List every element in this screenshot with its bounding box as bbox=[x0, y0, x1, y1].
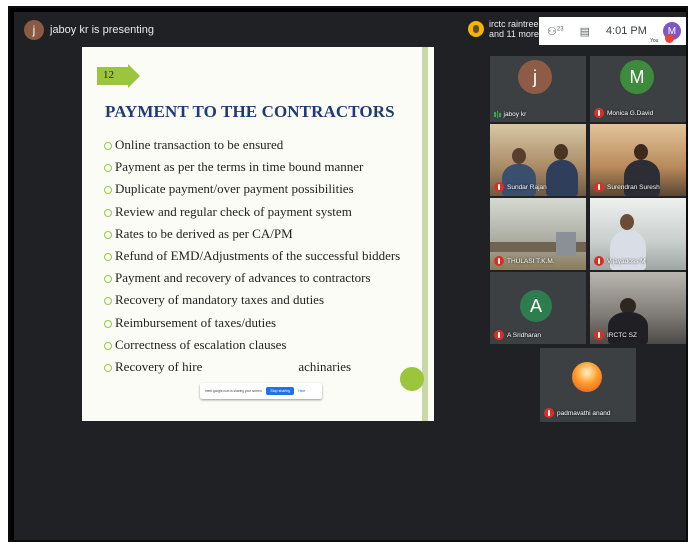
mic-off-icon bbox=[494, 256, 504, 266]
people-icon[interactable]: ⚇23 bbox=[547, 25, 564, 38]
participant-name: jaboy kr bbox=[503, 111, 527, 118]
participant-tile[interactable]: Vijayadoss M bbox=[590, 198, 686, 270]
mic-off-icon bbox=[594, 182, 604, 192]
participant-name: padmavathi anand bbox=[557, 409, 611, 417]
participant-tile[interactable]: A A Sridharan bbox=[490, 272, 586, 344]
presenter-indicator: j jaboy kr is presenting bbox=[24, 20, 154, 40]
arrow-icon bbox=[128, 64, 140, 88]
hide-banner-button[interactable]: Hide bbox=[298, 389, 305, 393]
participant-tile[interactable]: THULASI T.K.M. bbox=[490, 198, 586, 270]
participant-avatar: A bbox=[520, 290, 552, 322]
bullet-item: Correctness of escalation clauses bbox=[104, 337, 404, 352]
share-banner-text: meet.google.com is sharing your screen. bbox=[205, 389, 263, 393]
participant-name: THULASI T.K.M. bbox=[507, 257, 555, 265]
bullet-item: Recovery of mandatory taxes and duties bbox=[104, 292, 404, 307]
participant-avatar: M bbox=[620, 60, 654, 94]
participant-tile[interactable]: IRCTC SZ bbox=[590, 272, 686, 344]
bullet-text-tail: achinaries bbox=[298, 358, 352, 374]
shared-slide: 12 PAYMENT TO THE CONTRACTORS Online tra… bbox=[82, 47, 434, 421]
bullet-text: Recovery of hire bbox=[115, 358, 203, 374]
mic-off-icon bbox=[594, 108, 604, 118]
you-label: You bbox=[650, 38, 659, 44]
bullet-item: Review and regular check of payment syst… bbox=[104, 204, 404, 219]
participant-tile[interactable]: Sundar Rajan bbox=[490, 124, 586, 196]
participant-tile[interactable]: M Monica G.David bbox=[590, 56, 686, 122]
toolbar-right: ⚇23 ▤ 4:01 PM M bbox=[539, 17, 686, 45]
mic-off-icon bbox=[494, 330, 504, 340]
participant-tile[interactable]: Surendran Suresh bbox=[590, 124, 686, 196]
participant-name: A Sridharan bbox=[507, 331, 541, 339]
mic-off-icon bbox=[594, 330, 604, 340]
bullet-item: Payment and recovery of advances to cont… bbox=[104, 270, 404, 285]
presenter-text: jaboy kr is presenting bbox=[50, 24, 154, 36]
participant-name: IRCTC SZ bbox=[607, 331, 637, 339]
people-count: 23 bbox=[556, 25, 564, 32]
participant-name: Surendran Suresh bbox=[607, 183, 660, 191]
screenshot-frame: j jaboy kr is presenting irctc raintree … bbox=[8, 6, 688, 542]
screen-share-banner: meet.google.com is sharing your screen. … bbox=[200, 383, 322, 399]
top-bar: j jaboy kr is presenting irctc raintree … bbox=[14, 12, 686, 50]
slide-number-badge: 12 bbox=[97, 64, 140, 88]
bullet-item: Payment as per the terms in time bound m… bbox=[104, 159, 404, 174]
self-mic-muted-icon bbox=[665, 34, 674, 43]
slide-number: 12 bbox=[103, 69, 114, 81]
participant-name: Vijayadoss M bbox=[607, 257, 646, 265]
bullet-list: Online transaction to be ensured Payment… bbox=[104, 137, 404, 381]
bullet-item: Recovery of hire achinaries bbox=[104, 359, 404, 374]
participant-name: Sundar Rajan bbox=[507, 183, 547, 191]
speaking-indicator-icon bbox=[494, 111, 501, 118]
mic-off-icon bbox=[594, 256, 604, 266]
mic-off-icon bbox=[544, 408, 554, 418]
meet-window: j jaboy kr is presenting irctc raintree … bbox=[14, 12, 686, 540]
participant-avatar: j bbox=[518, 60, 552, 94]
slide-title: PAYMENT TO THE CONTRACTORS bbox=[105, 102, 395, 121]
group-name: irctc raintree bbox=[489, 19, 539, 29]
group-more: and 11 more bbox=[489, 29, 539, 39]
bullet-item: Refund of EMD/Adjustments of the success… bbox=[104, 248, 404, 263]
group-avatar-icon bbox=[468, 21, 484, 37]
chat-icon[interactable]: ▤ bbox=[580, 25, 590, 38]
bullet-item: Duplicate payment/over payment possibili… bbox=[104, 181, 404, 196]
bullet-item: Reimbursement of taxes/duties bbox=[104, 315, 404, 330]
participant-name: Monica G.David bbox=[607, 109, 654, 117]
bullet-item: Rates to be derived as per CA/PM bbox=[104, 226, 404, 241]
slide-decoration-circle bbox=[400, 367, 424, 391]
participants-summary[interactable]: irctc raintree and 11 more bbox=[468, 19, 539, 39]
slide-side-border bbox=[422, 47, 428, 421]
participant-tile[interactable]: padmavathi anand bbox=[540, 348, 636, 422]
mic-off-icon bbox=[494, 182, 504, 192]
clock: 4:01 PM bbox=[605, 25, 647, 37]
participant-tile[interactable]: j jaboy kr bbox=[490, 56, 586, 122]
bullet-item: Online transaction to be ensured bbox=[104, 137, 404, 152]
presenter-avatar: j bbox=[24, 20, 44, 40]
stop-sharing-button[interactable]: Stop sharing bbox=[266, 387, 295, 395]
participant-avatar-image bbox=[572, 362, 602, 392]
